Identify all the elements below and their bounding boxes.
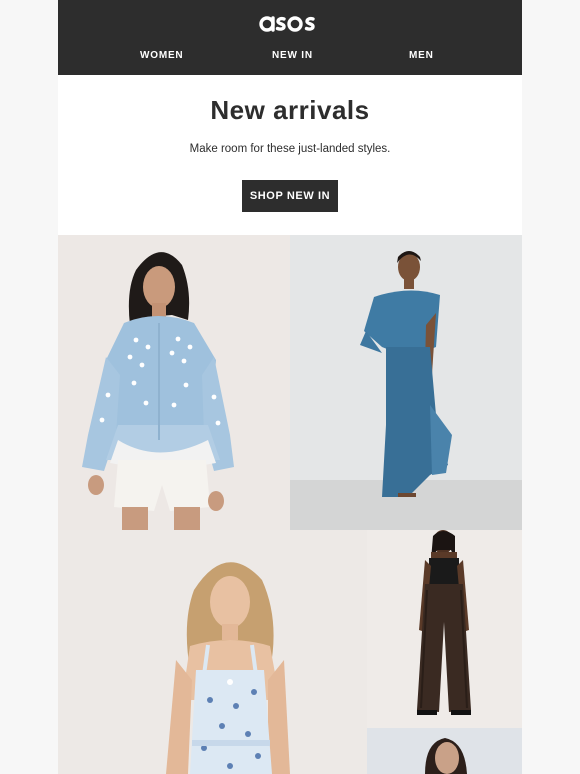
hero-title: New arrivals xyxy=(210,95,370,125)
product-image-pearl-denim-shirt[interactable] xyxy=(58,235,290,530)
email-container: WOMEN NEW IN MEN New arrivals Make room … xyxy=(58,0,522,774)
asos-logo-icon xyxy=(259,16,315,32)
asos-logo[interactable] xyxy=(58,9,522,37)
nav-link-women[interactable]: WOMEN xyxy=(140,50,183,61)
main-nav: WOMEN NEW IN MEN xyxy=(58,50,522,64)
email-header: WOMEN NEW IN MEN xyxy=(58,0,522,75)
product-image-model-partial[interactable] xyxy=(367,728,522,774)
product-image-floral-sundress[interactable] xyxy=(58,530,367,774)
nav-link-new-in[interactable]: NEW IN xyxy=(272,50,313,61)
product-image-wide-leg-trousers[interactable] xyxy=(367,530,522,728)
hero-section: New arrivals Make room for these just-la… xyxy=(58,75,522,235)
nav-link-men[interactable]: MEN xyxy=(409,50,434,61)
hero-subtitle: Make room for these just-landed styles. xyxy=(189,143,391,155)
shop-new-in-button[interactable]: SHOP NEW IN xyxy=(242,180,338,212)
product-image-denim-maxi-set[interactable] xyxy=(290,235,522,530)
